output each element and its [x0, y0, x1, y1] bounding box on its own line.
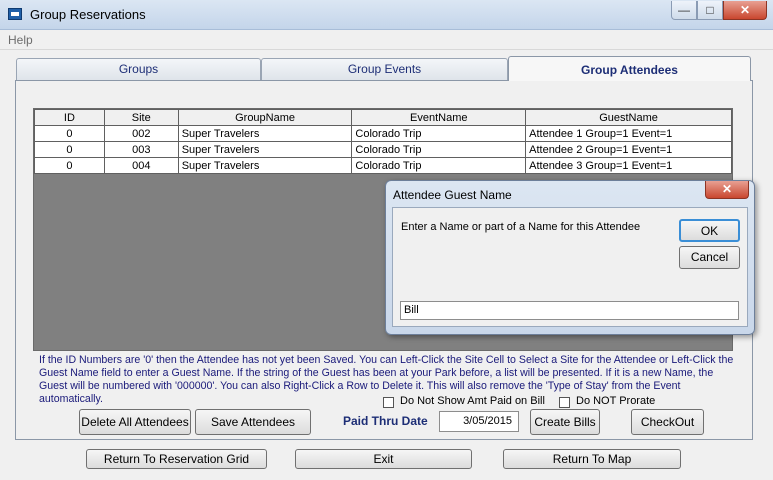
- cancel-button[interactable]: Cancel: [679, 246, 740, 269]
- paid-thru-label: Paid Thru Date: [343, 414, 428, 428]
- no-prorate-checkbox[interactable]: [559, 397, 570, 408]
- no-prorate-label: Do NOT Prorate: [576, 395, 656, 407]
- menu-help[interactable]: Help: [8, 33, 33, 47]
- ok-button[interactable]: OK: [679, 219, 740, 242]
- cell-id[interactable]: 0: [34, 141, 105, 158]
- cell-guestname[interactable]: Attendee 1 Group=1 Event=1: [525, 125, 732, 142]
- column-header-eventname[interactable]: EventName: [351, 109, 527, 126]
- cell-groupname[interactable]: Super Travelers: [177, 141, 353, 158]
- return-to-map-button[interactable]: Return To Map: [503, 449, 681, 469]
- menu-bar: [0, 30, 773, 50]
- checkout-button[interactable]: CheckOut: [631, 409, 704, 435]
- dialog-title: Attendee Guest Name: [393, 188, 512, 202]
- tab-groups[interactable]: Groups: [16, 58, 261, 80]
- cell-site[interactable]: 004: [103, 157, 179, 174]
- save-attendees-button[interactable]: Save Attendees: [195, 409, 311, 435]
- exit-button[interactable]: Exit: [295, 449, 472, 469]
- tab-group-events[interactable]: Group Events: [261, 58, 508, 80]
- guest-name-input[interactable]: Bill: [400, 301, 739, 320]
- cell-id[interactable]: 0: [34, 125, 105, 142]
- column-header-groupname[interactable]: GroupName: [177, 109, 353, 126]
- column-header-site[interactable]: Site: [103, 109, 179, 126]
- cell-id[interactable]: 0: [34, 157, 105, 174]
- table-header-row: ID Site GroupName EventName GuestName: [34, 109, 732, 126]
- create-bills-button[interactable]: Create Bills: [530, 409, 600, 435]
- delete-all-attendees-button[interactable]: Delete All Attendees: [79, 409, 191, 435]
- cell-eventname[interactable]: Colorado Trip: [351, 125, 527, 142]
- cell-site[interactable]: 002: [103, 125, 179, 142]
- maximize-icon[interactable]: □: [697, 1, 723, 20]
- table-row[interactable]: 0 004 Super Travelers Colorado Trip Atte…: [34, 157, 732, 174]
- window-title: Group Reservations: [30, 7, 146, 22]
- no-amt-paid-label: Do Not Show Amt Paid on Bill: [400, 395, 545, 407]
- cell-eventname[interactable]: Colorado Trip: [351, 141, 527, 158]
- table-row[interactable]: 0 002 Super Travelers Colorado Trip Atte…: [34, 125, 732, 142]
- close-icon[interactable]: ✕: [723, 1, 767, 20]
- app-icon: [8, 8, 22, 20]
- return-to-reservation-grid-button[interactable]: Return To Reservation Grid: [86, 449, 267, 469]
- tab-group-attendees[interactable]: Group Attendees: [508, 56, 751, 81]
- dialog-close-icon[interactable]: ✕: [705, 181, 749, 199]
- cell-groupname[interactable]: Super Travelers: [177, 157, 353, 174]
- no-amt-paid-checkbox[interactable]: [383, 397, 394, 408]
- cell-guestname[interactable]: Attendee 3 Group=1 Event=1: [525, 157, 732, 174]
- cell-groupname[interactable]: Super Travelers: [177, 125, 353, 142]
- cell-eventname[interactable]: Colorado Trip: [351, 157, 527, 174]
- paid-thru-date-input[interactable]: 3/05/2015: [439, 411, 519, 432]
- column-header-guestname[interactable]: GuestName: [525, 109, 732, 126]
- table-row[interactable]: 0 003 Super Travelers Colorado Trip Atte…: [34, 141, 732, 158]
- dialog-prompt: Enter a Name or part of a Name for this …: [401, 221, 641, 233]
- cell-site[interactable]: 003: [103, 141, 179, 158]
- column-header-id[interactable]: ID: [34, 109, 105, 126]
- cell-guestname[interactable]: Attendee 2 Group=1 Event=1: [525, 141, 732, 158]
- attendees-table: ID Site GroupName EventName GuestName 0 …: [34, 109, 732, 174]
- minimize-icon[interactable]: —: [671, 1, 697, 20]
